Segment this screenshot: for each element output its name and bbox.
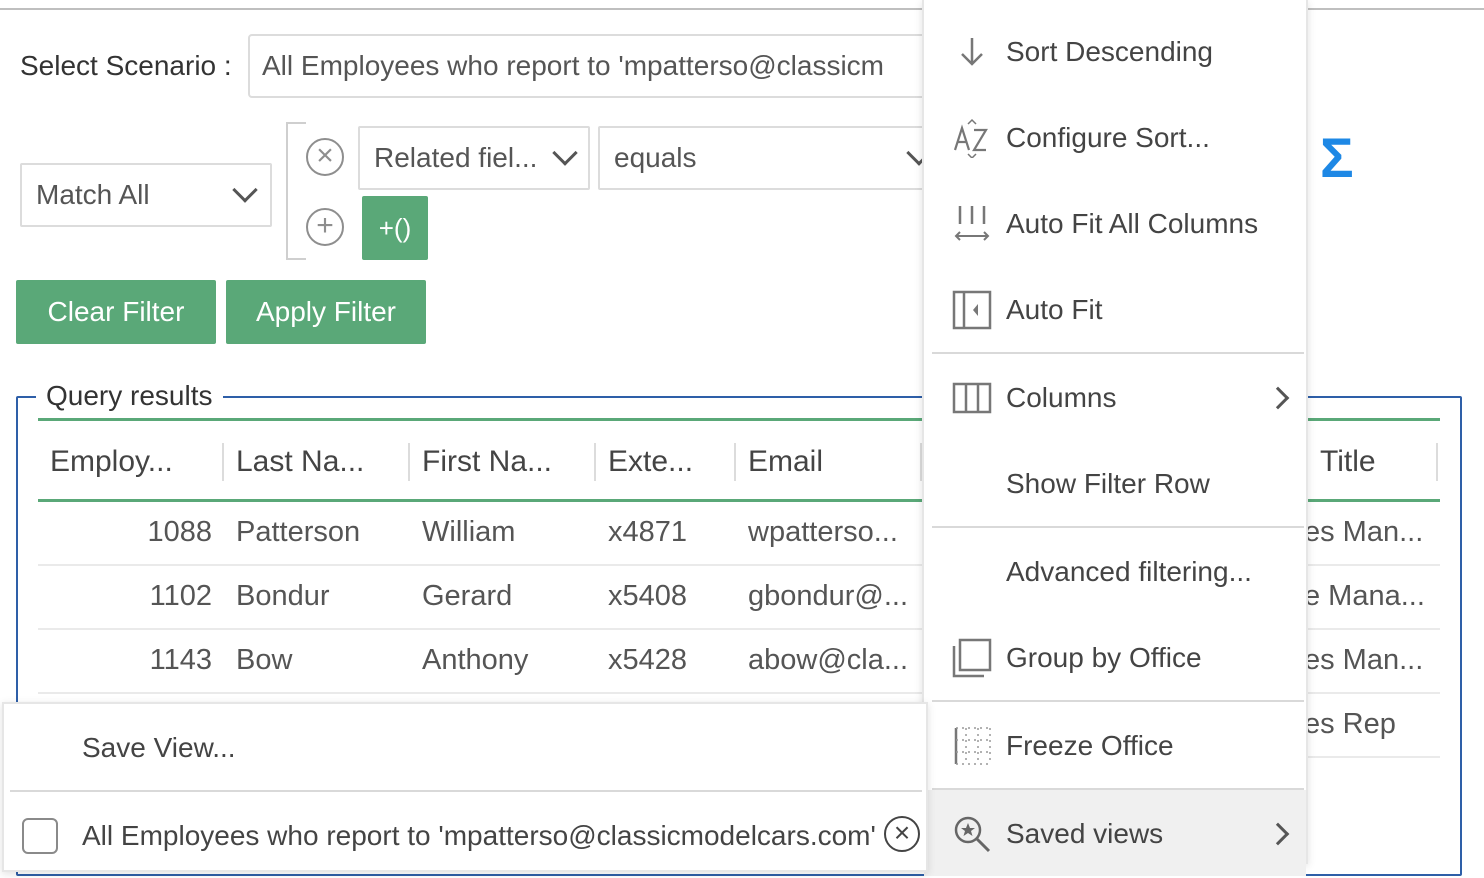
add-subclause-button[interactable]: +() <box>362 196 428 260</box>
menu-item-auto-fit[interactable]: Auto Fit <box>924 266 1306 352</box>
match-select[interactable]: Match All <box>20 163 272 227</box>
menu-item-auto-fit-all-columns[interactable]: Auto Fit All Columns <box>924 180 1306 266</box>
filter-group-bracket <box>286 122 306 260</box>
arrow-down-icon <box>961 38 983 66</box>
menu-item-label: Saved views <box>1006 818 1164 849</box>
remove-condition-icon[interactable]: × <box>306 138 344 176</box>
saved-view-item[interactable]: All Employees who report to 'mpatterso@c… <box>4 792 926 878</box>
column-separator[interactable] <box>594 443 596 481</box>
operator-select[interactable]: equals <box>598 126 938 190</box>
cell-email: abow@cla... <box>748 644 909 676</box>
menu-item-label: Group by Office <box>1006 642 1202 673</box>
saved-views-icon <box>954 816 991 853</box>
match-select-value: Match All <box>36 179 150 210</box>
column-separator[interactable] <box>408 443 410 481</box>
sort-az-icon <box>953 118 988 158</box>
saved-views-submenu: Save View... All Employees who report to… <box>2 702 928 872</box>
menu-item-label: Columns <box>1006 382 1117 413</box>
menu-item-advanced-filtering[interactable]: Advanced filtering... <box>924 528 1306 614</box>
scenario-select-value: All Employees who report to 'mpatterso@c… <box>262 50 884 81</box>
cell-email: gbondur@... <box>748 580 909 612</box>
menu-item-configure-sort[interactable]: Configure Sort... <box>924 94 1306 180</box>
chevron-down-icon <box>232 177 258 203</box>
apply-filter-button[interactable]: Apply Filter <box>226 280 426 344</box>
clear-filter-button[interactable]: Clear Filter <box>16 280 216 344</box>
delete-view-icon[interactable]: × <box>884 816 920 852</box>
group-icon <box>952 638 992 678</box>
scenario-label: Select Scenario : <box>20 50 232 81</box>
chevron-right-icon <box>1266 386 1290 410</box>
cell-first-name: Gerard <box>422 580 513 612</box>
menu-item-label: Advanced filtering... <box>1006 556 1252 587</box>
saved-view-checkbox[interactable] <box>22 818 58 854</box>
cell-title: es Man... <box>1304 644 1424 676</box>
cell-title: e Mana... <box>1304 580 1425 612</box>
cell-extension: x5408 <box>608 580 688 612</box>
cell-last-name: Bondur <box>236 580 330 612</box>
cell-email: wpatterso... <box>748 516 898 548</box>
column-separator[interactable] <box>734 443 736 481</box>
chevron-down-icon <box>552 140 578 166</box>
menu-item-label: Configure Sort... <box>1006 122 1210 153</box>
cell-employee: 1088 <box>147 516 212 548</box>
cell-extension: x5428 <box>608 644 688 676</box>
column-separator[interactable] <box>222 443 224 481</box>
column-header-first-name[interactable]: First Na... <box>422 445 552 479</box>
freeze-icon <box>954 727 991 765</box>
autofit-icon <box>952 290 992 330</box>
field-select-value: Related fiel... <box>374 142 538 173</box>
menu-item-label: Auto Fit All Columns <box>1006 208 1259 239</box>
chevron-right-icon <box>1266 822 1290 846</box>
add-condition-icon[interactable]: + <box>306 208 344 246</box>
menu-item-show-filter-row[interactable]: Show Filter Row <box>924 440 1306 526</box>
column-header-last-name[interactable]: Last Na... <box>236 445 364 479</box>
sigma-icon[interactable]: Σ <box>1320 128 1354 188</box>
column-separator[interactable] <box>1436 443 1438 481</box>
column-header-email[interactable]: Email <box>748 445 823 479</box>
menu-item-group-by-office[interactable]: Group by Office <box>924 614 1306 700</box>
column-header-extension[interactable]: Exte... <box>608 445 693 479</box>
cell-title: es Man... <box>1304 516 1424 548</box>
query-results-legend: Query results <box>36 380 223 412</box>
menu-item-freeze-office[interactable]: Freeze Office <box>924 702 1306 788</box>
column-header-title[interactable]: Title <box>1320 445 1376 479</box>
column-header-employee[interactable]: Employ... <box>50 445 173 479</box>
menu-item-columns[interactable]: Columns <box>924 354 1306 440</box>
menu-item-label: Freeze Office <box>1006 730 1174 761</box>
field-select[interactable]: Related fiel... <box>358 126 590 190</box>
cell-title: es Rep <box>1304 708 1396 740</box>
column-context-menu: Sort Descending Configure Sort... Auto F… <box>922 0 1308 876</box>
menu-item-label: Show Filter Row <box>1006 468 1210 499</box>
columns-icon <box>952 382 992 414</box>
cell-employee: 1102 <box>149 580 212 612</box>
cell-first-name: Anthony <box>422 644 529 676</box>
menu-item-sort-descending[interactable]: Sort Descending <box>924 8 1306 94</box>
cell-employee: 1143 <box>149 644 212 676</box>
cell-last-name: Bow <box>236 644 293 676</box>
cell-last-name: Patterson <box>236 516 361 548</box>
save-view-item[interactable]: Save View... <box>4 704 926 790</box>
menu-item-label: Sort Descending <box>1006 36 1214 67</box>
scenario-select[interactable]: All Employees who report to 'mpatterso@c… <box>248 34 938 98</box>
cell-first-name: William <box>422 516 516 548</box>
save-view-label: Save View... <box>82 732 236 763</box>
autofit-columns-icon <box>954 206 990 241</box>
operator-select-value: equals <box>614 142 697 173</box>
saved-view-label: All Employees who report to 'mpatterso@c… <box>82 820 876 851</box>
cell-extension: x4871 <box>608 516 688 548</box>
menu-item-saved-views[interactable]: Saved views <box>924 790 1306 876</box>
menu-item-label: Auto Fit <box>1006 294 1103 325</box>
